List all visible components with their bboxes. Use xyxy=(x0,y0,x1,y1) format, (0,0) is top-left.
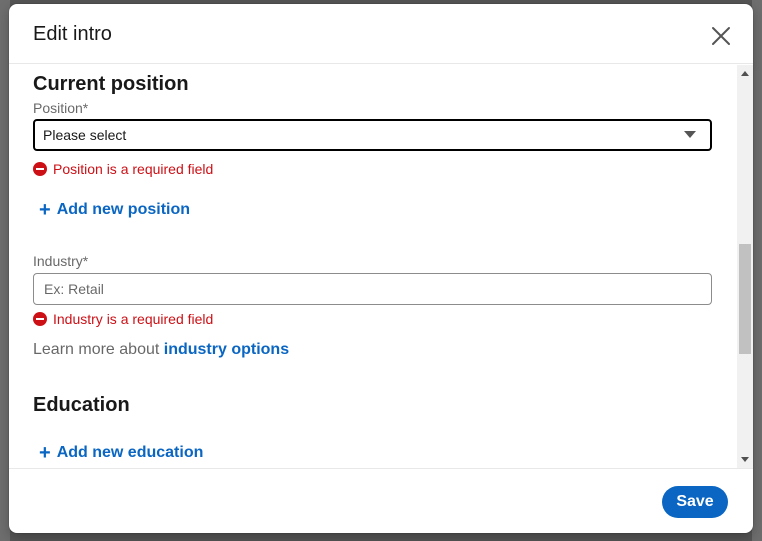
plus-icon: + xyxy=(39,442,51,464)
close-icon xyxy=(712,27,730,45)
education-heading: Education xyxy=(33,394,130,416)
dialog-footer: Save xyxy=(9,468,753,533)
industry-options-link[interactable]: industry options xyxy=(164,341,289,358)
dialog-header: Edit intro xyxy=(9,4,753,64)
dialog-scrollbar[interactable] xyxy=(737,65,753,468)
learn-more-prefix: Learn more about xyxy=(33,341,160,358)
scroll-thumb[interactable] xyxy=(739,244,751,354)
position-error: Position is a required field xyxy=(33,161,213,177)
dialog-title: Edit intro xyxy=(33,23,112,45)
error-icon xyxy=(33,162,47,176)
current-position-heading: Current position xyxy=(33,73,189,95)
save-button[interactable]: Save xyxy=(662,486,728,518)
add-new-position-button[interactable]: + Add new position xyxy=(39,199,191,221)
industry-input[interactable]: Ex: Retail xyxy=(33,273,712,305)
position-label: Position* xyxy=(33,100,89,116)
position-error-text: Position is a required field xyxy=(53,161,214,177)
position-select-value: Please select xyxy=(43,127,127,143)
scroll-up-icon[interactable] xyxy=(741,71,749,76)
scroll-down-icon[interactable] xyxy=(741,457,749,462)
industry-learn-more: Learn more about industry options xyxy=(33,341,289,359)
plus-icon: + xyxy=(39,199,51,221)
close-button[interactable] xyxy=(707,22,735,50)
background-page-right xyxy=(752,0,762,541)
add-new-education-button[interactable]: + Add new education xyxy=(39,442,204,464)
industry-error: Industry is a required field xyxy=(33,311,213,327)
position-select[interactable]: Please select xyxy=(33,119,712,151)
industry-input-placeholder: Ex: Retail xyxy=(44,281,104,297)
edit-intro-dialog: Edit intro Current position Position* Pl… xyxy=(9,4,753,533)
industry-label: Industry* xyxy=(33,253,89,269)
chevron-down-icon xyxy=(684,131,696,138)
dialog-body[interactable]: Current position Position* Please select… xyxy=(9,65,753,468)
error-icon xyxy=(33,312,47,326)
industry-error-text: Industry is a required field xyxy=(53,311,214,327)
add-new-education-label: Add new education xyxy=(56,444,204,461)
add-new-position-label: Add new position xyxy=(56,201,191,218)
